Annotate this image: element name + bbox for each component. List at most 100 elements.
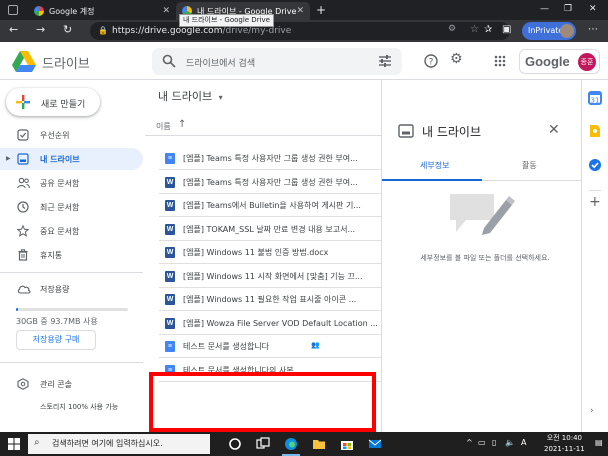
trash-icon (18, 249, 28, 261)
empty-state-illustration-icon (450, 194, 515, 235)
close-icon[interactable]: ✕ (296, 6, 304, 16)
ime-indicator[interactable]: A (521, 438, 526, 447)
help-icon[interactable]: ? (424, 54, 438, 68)
tab-details[interactable]: 세부정보 (420, 160, 449, 171)
task-view-icon[interactable] (256, 437, 270, 451)
close-icon[interactable]: ✕ (162, 6, 170, 16)
tasks-icon[interactable] (588, 158, 602, 172)
taskbar-search-box[interactable]: ⌕ 검색하려면 여기에 입력하십시오. (28, 434, 210, 454)
more-menu-icon[interactable]: ⋯ (588, 24, 598, 35)
forward-icon[interactable]: → (36, 23, 45, 36)
browser-tab-bar: Google 계정 ✕ 내 드라이브 - Google Drive ✕ + — … (0, 0, 608, 20)
details-empty-text: 세부정보를 볼 파일 또는 폴더를 선택하세요. (420, 254, 550, 262)
file-row[interactable]: W [엠플] Teams에서 Bulletin을 사용하여 게시판 기... (159, 194, 381, 217)
minimize-icon[interactable]: — (540, 4, 549, 14)
drive-logo-icon[interactable] (12, 51, 36, 72)
refresh-icon[interactable]: ↻ (63, 23, 72, 36)
google-doc-file-icon: ≡ (165, 341, 175, 352)
file-row[interactable]: W [엠플] TOKAM_SSL 날짜 만료 변경 내용 보고서... (159, 218, 381, 241)
browser-tab-google-account[interactable]: Google 계정 ✕ (28, 2, 176, 20)
settings-icon[interactable]: ⚙ (450, 51, 463, 67)
google-wordmark: Google (525, 54, 570, 69)
collections-icon[interactable]: ▣ (502, 24, 511, 35)
edge-browser-icon[interactable] (284, 437, 298, 451)
file-row[interactable]: ≡ [엠플] Teams 특정 사용자만 그룹 생성 권한 부여... (159, 147, 381, 170)
back-icon[interactable]: ← (9, 23, 18, 36)
file-row[interactable]: W [엠플] Windows 11 시작 화면에서 [맞춤] 기능 끄... (159, 265, 381, 288)
store-icon[interactable] (340, 437, 354, 451)
apps-grid-icon[interactable] (494, 55, 506, 67)
column-name-header[interactable]: 이름 (156, 121, 171, 132)
sidebar-item-admin-console[interactable]: 관리 콘솔 (0, 373, 143, 395)
address-bar[interactable]: 🔒 https://drive.google.com/drive/my-driv… (90, 22, 510, 40)
search-icon[interactable] (162, 54, 176, 68)
keep-icon[interactable] (588, 124, 602, 138)
close-window-icon[interactable]: ✕ (589, 4, 597, 14)
show-hidden-icons-icon[interactable]: ^ (466, 438, 473, 447)
file-name: [엠플] Windows 11 필요한 작업 표시줄 아이콘 ... (183, 295, 357, 304)
google-account-button[interactable]: Google 종훈 (519, 49, 600, 74)
taskbar-search-input[interactable]: 검색하려면 여기에 입력하십시오. (52, 438, 163, 449)
search-options-icon[interactable] (378, 54, 392, 68)
favorite-star-icon[interactable]: ☆ (470, 24, 479, 35)
calendar-icon[interactable]: 31 (588, 91, 602, 105)
file-row[interactable]: W [엠플] Windows 11 불법 인증 방법.docx (159, 241, 381, 264)
taskbar-clock[interactable]: 오전 10:40 2021-11-11 (544, 433, 585, 455)
sidebar: 새로 만들기 우선순위 ▶ 내 드라이브 공유 문서함 최근 문서함 중요 문서… (0, 80, 145, 432)
favorites-icon[interactable]: ✰ (484, 24, 492, 35)
sidebar-item-recent[interactable]: 최근 문서함 (0, 196, 143, 218)
new-button[interactable]: 새로 만들기 (6, 88, 100, 116)
file-explorer-icon[interactable] (312, 437, 326, 451)
file-name: [엠플] Windows 11 불법 인증 방법.docx (183, 248, 329, 257)
sidebar-item-starred[interactable]: 중요 문서함 (0, 220, 143, 242)
volume-icon[interactable]: 🔈 (505, 438, 515, 447)
cortana-icon[interactable] (228, 437, 242, 451)
word-file-icon: W (165, 294, 175, 305)
folder-title-dropdown[interactable]: 내 드라이브 ▾ (158, 88, 223, 104)
search-box[interactable]: 드라이브에서 검색 (152, 48, 402, 75)
expand-caret-icon[interactable]: ▶ (6, 155, 11, 162)
tab-activity[interactable]: 활동 (522, 160, 537, 171)
file-name: [엠플] Teams에서 Bulletin을 사용하여 게시판 기... (183, 201, 361, 210)
admin-icon (17, 378, 29, 390)
maximize-icon[interactable]: ❐ (564, 4, 572, 14)
sidebar-item-my-drive[interactable]: ▶ 내 드라이브 (0, 148, 143, 170)
rail-divider (589, 190, 601, 191)
tab-actions-icon[interactable] (8, 5, 18, 15)
details-title: 내 드라이브 (422, 125, 482, 139)
file-row[interactable]: W [엠플] Teams 특정 사용자만 그룹 생성 권한 부여... (159, 171, 381, 194)
star-icon (17, 225, 29, 237)
storage-usage-bar (16, 308, 128, 311)
url-path: /drive/my-drive (222, 26, 292, 36)
mail-icon[interactable] (368, 437, 382, 451)
battery-icon[interactable]: ▯ (492, 438, 496, 447)
expand-panel-icon[interactable]: › (590, 406, 594, 416)
file-row[interactable]: W [엠플] Wowza File Server VOD Default Loca… (159, 312, 381, 335)
sort-arrow-up-icon[interactable]: ↑ (178, 119, 186, 130)
buy-storage-button[interactable]: 저장용량 구매 (16, 330, 96, 350)
sidebar-item-label: 휴지통 (40, 251, 63, 260)
plus-icon (16, 95, 30, 109)
sidebar-item-storage[interactable]: 저장용량 (0, 278, 143, 300)
add-addon-icon[interactable]: + (589, 194, 601, 210)
file-name: [엠플] Teams 특정 사용자만 그룹 생성 권한 부여... (183, 154, 358, 163)
storage-availability-text: 스토리지 100% 사용 가능 (40, 403, 119, 411)
close-icon[interactable]: ✕ (548, 122, 560, 138)
brand-title[interactable]: 드라이브 (42, 53, 90, 72)
file-row[interactable]: W [엠플] Windows 11 필요한 작업 표시줄 아이콘 ... (159, 288, 381, 311)
sidebar-item-trash[interactable]: 휴지통 (0, 244, 143, 266)
inprivate-button[interactable]: InPrivate (522, 22, 576, 40)
notifications-icon[interactable]: ▤ (595, 438, 603, 447)
details-panel: 내 드라이브 ✕ 세부정보 활동 세부정보를 볼 파일 또는 폴더를 선택하세요… (381, 80, 582, 432)
sidebar-item-shared[interactable]: 공유 문서함 (0, 172, 143, 194)
search-input[interactable]: 드라이브에서 검색 (186, 56, 255, 69)
site-settings-icon[interactable]: ⚙ (448, 24, 456, 34)
shared-people-icon: 👥 (311, 341, 320, 349)
tab-tooltip: 내 드라이브 - Google Drive (179, 14, 274, 27)
new-tab-icon[interactable]: + (316, 3, 326, 17)
word-file-icon: W (165, 270, 175, 282)
network-icon[interactable]: ▭ (478, 438, 486, 447)
file-row[interactable]: ≡ 테스트 문서를 생성합니다 👥 (159, 335, 381, 358)
sidebar-item-priority[interactable]: 우선순위 (0, 124, 143, 146)
windows-start-icon[interactable] (8, 438, 20, 450)
